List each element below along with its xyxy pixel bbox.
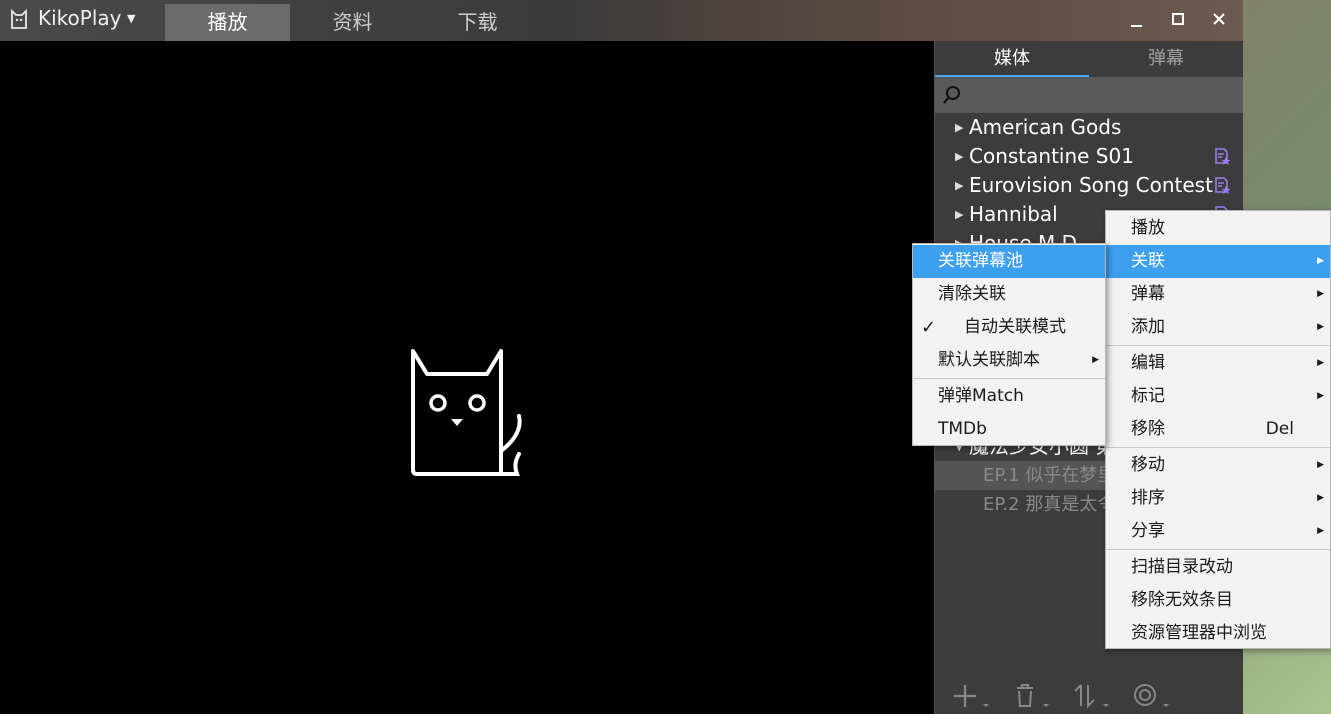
collapse-arrow-icon[interactable]: ▶ bbox=[955, 142, 969, 171]
context-menu: 播放 关联 ▶ 弹幕 ▶ 添加 ▶ 编辑 ▶ 标记 ▶ 移除 Del 移动 ▶ 排序 ▶ 分享 ▶… bbox=[1105, 210, 1331, 649]
submenu-arrow-icon: ▶ bbox=[1317, 322, 1324, 332]
submenu-arrow-icon: ▶ bbox=[1317, 289, 1324, 299]
submenu-item-associate-pool[interactable]: 关联弹幕池 bbox=[913, 245, 1105, 278]
tab-download[interactable]: 下载 bbox=[415, 4, 540, 41]
maximize-button[interactable] bbox=[1158, 6, 1198, 32]
submenu-arrow-icon: ▶ bbox=[1317, 526, 1324, 536]
delete-button[interactable] bbox=[1009, 679, 1049, 711]
sort-button[interactable] bbox=[1069, 679, 1109, 711]
submenu-arrow-icon: ▶ bbox=[1317, 358, 1324, 368]
cat-logo-icon[interactable] bbox=[9, 8, 29, 30]
tree-item-label: American Gods bbox=[969, 115, 1122, 139]
submenu-item-tmdb[interactable]: TMDb bbox=[913, 413, 1105, 446]
add-icon bbox=[954, 685, 989, 707]
tree-item[interactable]: ▶ Constantine S01 bbox=[935, 142, 1243, 171]
video-player[interactable] bbox=[0, 41, 934, 714]
cat-placeholder-icon bbox=[411, 349, 522, 476]
associate-submenu: 关联弹幕池 清除关联 ✓ 自动关联模式 默认关联脚本 ▶ 弹弹Match TMDb bbox=[912, 243, 1106, 446]
menu-item-mark[interactable]: 标记 ▶ bbox=[1106, 380, 1330, 413]
menu-item-remove[interactable]: 移除 Del bbox=[1106, 413, 1330, 446]
tab-play[interactable]: 播放 bbox=[165, 4, 290, 41]
menu-separator bbox=[1106, 345, 1330, 346]
danmaku-pool-icon bbox=[1215, 148, 1231, 165]
menu-item-move[interactable]: 移动 ▶ bbox=[1106, 449, 1330, 482]
maximize-icon bbox=[1172, 13, 1184, 25]
minimize-button[interactable] bbox=[1117, 6, 1157, 32]
tree-item-label: Eurovision Song Contest bbox=[969, 173, 1213, 197]
danmaku-pool-icon bbox=[1215, 177, 1231, 194]
app-name-menu[interactable]: KikoPlay bbox=[38, 6, 122, 30]
menu-item-remove-invalid[interactable]: 移除无效条目 bbox=[1106, 584, 1330, 617]
menu-item-scan-dir[interactable]: 扫描目录改动 bbox=[1106, 551, 1330, 584]
submenu-item-dandan-match[interactable]: 弹弹Match bbox=[913, 380, 1105, 413]
bottom-toolbar bbox=[935, 675, 1243, 714]
menu-item-edit[interactable]: 编辑 ▶ bbox=[1106, 347, 1330, 380]
tab-library[interactable]: 资料 bbox=[290, 4, 415, 41]
collapse-arrow-icon[interactable]: ▶ bbox=[955, 171, 969, 200]
menu-item-add[interactable]: 添加 ▶ bbox=[1106, 311, 1330, 344]
title-bar: KikoPlay ▼ 播放 资料 下载 bbox=[0, 0, 1243, 41]
submenu-arrow-icon: ▶ bbox=[1317, 391, 1324, 401]
locate-button[interactable] bbox=[1129, 679, 1169, 711]
collapse-arrow-icon[interactable]: ▶ bbox=[955, 113, 969, 142]
menu-item-play[interactable]: 播放 bbox=[1106, 212, 1330, 245]
tree-item-label: Hannibal bbox=[969, 202, 1058, 226]
check-icon: ✓ bbox=[921, 317, 937, 338]
menu-item-danmaku[interactable]: 弹幕 ▶ bbox=[1106, 278, 1330, 311]
caret-down-icon[interactable]: ▼ bbox=[127, 12, 135, 25]
search-icon bbox=[943, 86, 960, 104]
collapse-arrow-icon[interactable]: ▶ bbox=[955, 200, 969, 229]
menu-separator bbox=[1106, 447, 1330, 448]
menu-item-associate[interactable]: 关联 ▶ bbox=[1106, 245, 1330, 278]
submenu-arrow-icon: ▶ bbox=[1317, 493, 1324, 503]
menu-item-browse-explorer[interactable]: 资源管理器中浏览 bbox=[1106, 617, 1330, 650]
menu-item-sort[interactable]: 排序 ▶ bbox=[1106, 482, 1330, 515]
search-input[interactable] bbox=[969, 81, 1237, 109]
shortcut-label: Del bbox=[1265, 419, 1294, 439]
tree-item-label: Constantine S01 bbox=[969, 144, 1134, 168]
submenu-item-default-script[interactable]: 默认关联脚本 ▶ bbox=[913, 344, 1105, 377]
close-button[interactable] bbox=[1199, 6, 1239, 32]
submenu-item-clear-association[interactable]: 清除关联 bbox=[913, 278, 1105, 311]
menu-separator bbox=[1106, 549, 1330, 550]
tree-item[interactable]: ▶ Eurovision Song Contest bbox=[935, 171, 1243, 200]
tab-media[interactable]: 媒体 bbox=[935, 41, 1089, 77]
minimize-icon bbox=[1131, 25, 1142, 27]
submenu-arrow-icon: ▶ bbox=[1317, 256, 1324, 266]
submenu-item-auto-associate[interactable]: ✓ 自动关联模式 bbox=[913, 311, 1105, 344]
submenu-arrow-icon: ▶ bbox=[1092, 355, 1099, 365]
menu-separator bbox=[913, 378, 1105, 379]
tree-item[interactable]: ▶ American Gods bbox=[935, 113, 1243, 142]
target-icon bbox=[1134, 684, 1169, 707]
tab-danmaku[interactable]: 弹幕 bbox=[1089, 41, 1243, 77]
add-button[interactable] bbox=[949, 679, 989, 711]
delete-icon bbox=[1017, 684, 1049, 707]
menu-item-share[interactable]: 分享 ▶ bbox=[1106, 515, 1330, 548]
submenu-arrow-icon: ▶ bbox=[1317, 460, 1324, 470]
search-bar bbox=[935, 77, 1243, 113]
sort-icon bbox=[1074, 684, 1109, 709]
close-icon bbox=[1213, 13, 1225, 25]
